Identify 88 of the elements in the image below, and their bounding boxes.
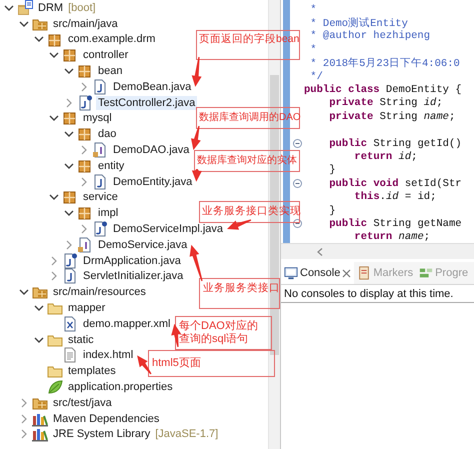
tree-item[interactable]: dao: [96, 127, 118, 142]
tree-item[interactable]: DemoBean.java: [111, 80, 194, 94]
package-icon: [62, 47, 78, 64]
java-file-icon: [62, 268, 78, 284]
code-line: private String name;: [328, 110, 456, 123]
arrow: [192, 56, 202, 87]
tree-item[interactable]: controller: [81, 48, 130, 62]
tree-item[interactable]: src/test/java: [51, 396, 114, 410]
annotation-text: 每个DAO对应的查询的sql语句: [179, 320, 259, 346]
tree-item[interactable]: entity: [96, 158, 126, 173]
code-line: * Demo测试Entity: [309, 16, 408, 30]
java-file-icon: [92, 142, 108, 158]
java-file-icon: [92, 78, 108, 95]
leaf-icon: [47, 379, 63, 396]
package-icon: [62, 110, 78, 126]
code-line: public String getId(): [328, 138, 462, 150]
code-line: }: [328, 204, 336, 217]
code-line: * @author hezhipeng: [309, 30, 430, 42]
tree-item[interactable]: DRM: [36, 0, 66, 15]
code-line: }: [328, 164, 336, 176]
tree-item[interactable]: demo.mapper.xml: [81, 316, 172, 331]
tree-item[interactable]: mapper: [66, 301, 108, 316]
arrow: [190, 244, 203, 282]
tree-item[interactable]: DemoService.java: [96, 238, 190, 252]
tree-item[interactable]: TestController2.java: [96, 96, 198, 110]
code-line: */: [309, 70, 323, 83]
tree-item[interactable]: com.example.drm: [66, 32, 158, 46]
arrow: [192, 169, 202, 182]
java-file-icon: [92, 174, 108, 190]
tree-item[interactable]: bean: [96, 64, 124, 78]
scrollbar[interactable]: [281, 243, 474, 259]
console-tab[interactable]: Console: [281, 262, 354, 284]
xml-file-icon: [62, 316, 78, 332]
fold-icon[interactable]: [292, 179, 302, 188]
annotation-text: 业务服务类接口: [203, 282, 276, 295]
fold-icon[interactable]: [292, 139, 302, 148]
close-icon[interactable]: [342, 268, 352, 278]
code-line: return id;: [353, 150, 418, 163]
code-line: this.id = id;: [353, 191, 436, 204]
tree-item[interactable]: DemoDAO.java: [111, 143, 192, 158]
code-line: return name;: [353, 231, 430, 243]
package-icon: [77, 63, 93, 80]
tree-item[interactable]: templates: [66, 364, 118, 378]
arrow: [227, 219, 252, 230]
code-line: private String id;: [328, 97, 443, 110]
project-icon: [17, 0, 33, 16]
code-line: *: [309, 4, 317, 16]
package-icon: [77, 126, 93, 142]
tree-item[interactable]: static: [66, 332, 96, 347]
tree-item[interactable]: service: [81, 190, 120, 204]
package-icon: [62, 189, 78, 206]
tree-item[interactable]: DrmApplication.java: [81, 254, 183, 268]
annotation-text: html5页面: [152, 357, 202, 370]
console-message: No consoles to display at this time.: [281, 285, 474, 303]
package-icon: [47, 32, 63, 48]
arrow: [137, 355, 152, 374]
tree-item[interactable]: src/main/java: [51, 16, 120, 31]
tree-item[interactable]: JRE System Library: [51, 427, 152, 442]
markers-icon: [357, 266, 372, 280]
tree-item[interactable]: application.properties: [66, 380, 175, 394]
java-file-icon: [92, 221, 108, 238]
arrow: [191, 126, 201, 150]
tree-item[interactable]: src/main/resources: [51, 285, 148, 300]
code-line: *: [309, 44, 317, 56]
code-line: public String getName: [328, 218, 462, 230]
tree-item[interactable]: impl: [96, 206, 120, 220]
java-file-icon: [77, 94, 93, 111]
tree-item[interactable]: index.html: [81, 348, 136, 362]
tree-item[interactable]: Maven Dependencies: [51, 412, 162, 426]
package-icon: [77, 158, 93, 174]
code-line: * 2018年5月23日下午4:06:0: [309, 56, 460, 70]
progress-icon: [419, 266, 434, 280]
package-icon: [77, 205, 93, 222]
tab-label[interactable]: Console: [300, 267, 340, 279]
code-line: public void setId(Str: [328, 178, 462, 190]
decoration-label: [JavaSE-1.7]: [155, 428, 218, 440]
decoration-label: [boot]: [68, 2, 96, 14]
java-file-icon: [77, 236, 93, 253]
text-file-icon: [62, 347, 78, 364]
tree-item[interactable]: DemoEntity.java: [111, 174, 194, 189]
library-icon: [32, 426, 48, 442]
console-icon: [284, 266, 298, 280]
code-line: public class DemoEntity {: [304, 84, 462, 96]
java-file-icon: [62, 252, 78, 269]
tree-item[interactable]: ServletInitializer.java: [81, 269, 186, 284]
tree-item[interactable]: mysql: [81, 111, 114, 126]
tree-item[interactable]: DemoServiceImpl.java: [111, 222, 226, 236]
scroll-left-icon[interactable]: [317, 248, 323, 256]
